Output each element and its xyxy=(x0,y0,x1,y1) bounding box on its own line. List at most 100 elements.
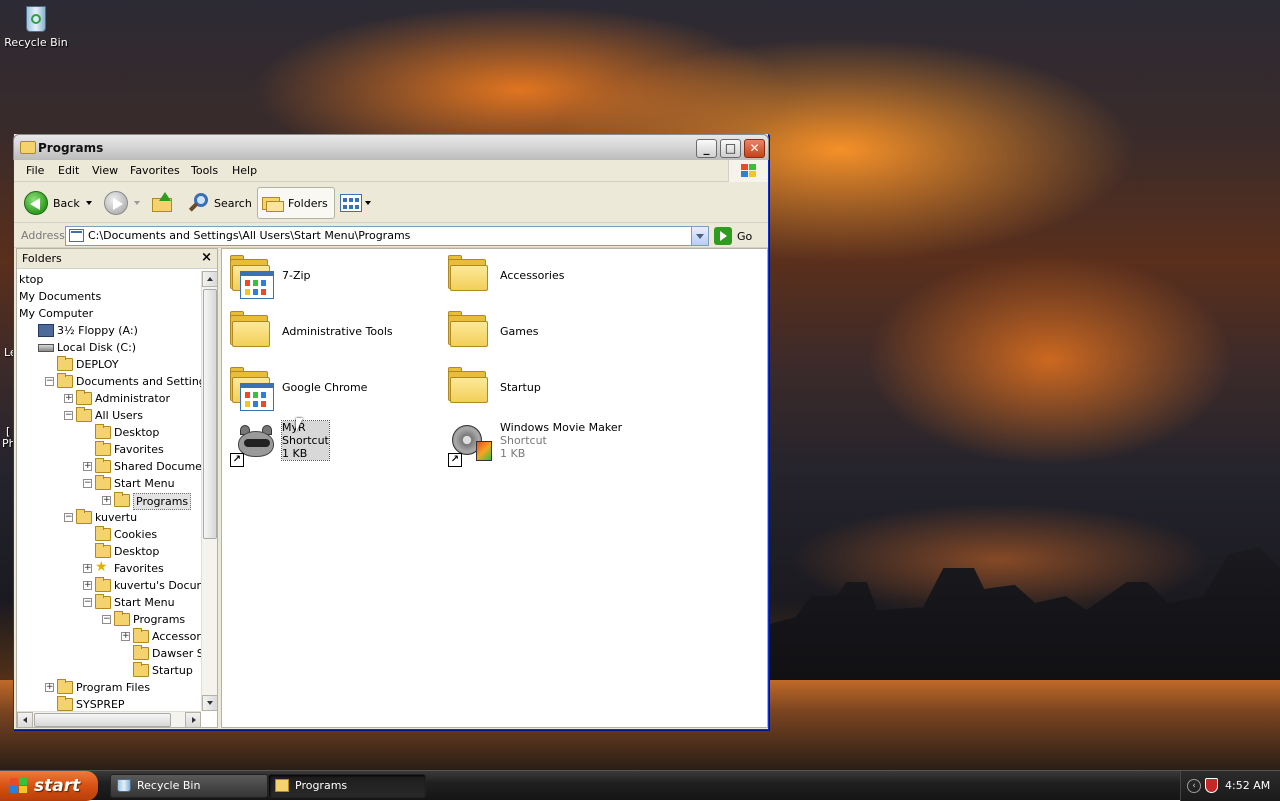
tree-vertical-scrollbar[interactable] xyxy=(201,271,218,711)
show-hidden-icons-button[interactable]: ‹ xyxy=(1187,779,1201,793)
tree-item[interactable]: + Programs xyxy=(17,492,201,510)
tree-item[interactable]: + ★ Favorites xyxy=(17,560,201,577)
tree-item[interactable]: − kuvertu xyxy=(17,509,201,526)
file-item-startup[interactable]: Startup xyxy=(444,363,644,413)
expand-icon[interactable]: + xyxy=(64,394,73,403)
tree-item[interactable]: − All Users xyxy=(17,407,201,424)
file-item-myr-shortcut[interactable]: ↗ MyR Shortcut 1 KB xyxy=(226,419,426,469)
collapse-icon[interactable]: − xyxy=(45,377,54,386)
expand-icon[interactable]: + xyxy=(83,564,92,573)
folder-icon xyxy=(76,407,92,422)
file-item-administrative-tools[interactable]: Administrative Tools xyxy=(226,307,426,357)
folders-label: Folders xyxy=(288,196,328,210)
tree-item[interactable]: Desktop xyxy=(17,424,201,441)
tree-item-label: DEPLOY xyxy=(76,358,119,371)
minimize-button[interactable]: _ xyxy=(696,139,717,158)
address-dropdown-button[interactable] xyxy=(691,227,708,245)
tree-item[interactable]: Desktop xyxy=(17,543,201,560)
file-item-games[interactable]: Games xyxy=(444,307,644,357)
tree-item[interactable]: + Shared Documents xyxy=(17,458,201,475)
tree-item[interactable]: Cookies xyxy=(17,526,201,543)
tree-item[interactable]: − Start Menu xyxy=(17,594,201,611)
menu-favorites[interactable]: Favorites xyxy=(130,164,180,177)
tree-item[interactable]: + Administrator xyxy=(17,390,201,407)
collapse-icon[interactable]: − xyxy=(83,479,92,488)
folders-button[interactable]: Folders xyxy=(257,187,335,219)
tree-item-label: Shared Documents xyxy=(114,460,201,473)
security-shield-icon[interactable] xyxy=(1205,778,1218,793)
tree-item[interactable]: Startup xyxy=(17,662,201,679)
collapse-icon[interactable]: − xyxy=(83,598,92,607)
folder-icon xyxy=(275,779,289,792)
tree-item[interactable]: + Program Files xyxy=(17,679,201,696)
tree-item[interactable]: SYSPREP xyxy=(17,696,201,711)
file-item-7zip[interactable]: 7-Zip xyxy=(226,251,426,301)
tree-item[interactable]: + Accessories xyxy=(17,628,201,645)
file-item-windows-movie-maker[interactable]: ↗ Windows Movie Maker Shortcut 1 KB xyxy=(444,419,644,469)
menu-help[interactable]: Help xyxy=(232,164,257,177)
menu-view[interactable]: View xyxy=(92,164,118,177)
clock[interactable]: 4:52 AM xyxy=(1225,779,1270,792)
folder-icon xyxy=(133,662,149,677)
tree-item[interactable]: − Documents and Settings xyxy=(17,373,201,390)
expand-icon[interactable]: + xyxy=(121,632,130,641)
expand-icon[interactable]: + xyxy=(83,581,92,590)
search-icon xyxy=(188,192,210,214)
tree-item-label: 3½ Floppy (A:) xyxy=(57,324,138,337)
file-size: 1 KB xyxy=(500,447,526,460)
views-button[interactable] xyxy=(340,187,371,219)
windows-logo-icon xyxy=(728,160,768,182)
chevron-down-icon xyxy=(134,201,140,205)
back-label: Back xyxy=(53,196,80,210)
scroll-down-button[interactable] xyxy=(202,695,218,711)
close-icon[interactable]: × xyxy=(201,250,212,265)
menu-edit[interactable]: Edit xyxy=(58,164,79,177)
taskbar-item-recycle-bin[interactable]: Recycle Bin xyxy=(110,774,268,798)
tree-item[interactable]: 3½ Floppy (A:) xyxy=(17,322,201,339)
file-item-accessories[interactable]: Accessories xyxy=(444,251,644,301)
scroll-up-button[interactable] xyxy=(202,271,218,287)
tree-item[interactable]: Local Disk (C:) xyxy=(17,339,201,356)
collapse-icon[interactable]: − xyxy=(64,513,73,522)
expand-icon[interactable]: + xyxy=(102,496,111,505)
start-label: start xyxy=(34,776,81,796)
tree-item[interactable]: + kuvertu's Documents xyxy=(17,577,201,594)
close-button[interactable]: ✕ xyxy=(744,139,765,158)
search-button[interactable]: Search xyxy=(188,187,252,219)
taskbar-item-programs[interactable]: Programs xyxy=(268,774,426,798)
tree-item[interactable]: DEPLOY xyxy=(17,356,201,373)
tree-item[interactable]: − Programs xyxy=(17,611,201,628)
tree-item[interactable]: ktop xyxy=(17,271,201,288)
recycle-bin-icon xyxy=(21,2,51,34)
tree-item[interactable]: My Documents xyxy=(17,288,201,305)
tree-item[interactable]: − Start Menu xyxy=(17,475,201,492)
collapse-icon[interactable]: − xyxy=(64,411,73,420)
tree-item-label: Programs xyxy=(133,493,192,510)
scroll-left-button[interactable] xyxy=(17,712,33,728)
expand-icon[interactable]: + xyxy=(45,683,54,692)
collapse-icon[interactable]: − xyxy=(102,615,111,624)
folder-icon xyxy=(57,356,73,371)
address-input[interactable]: C:\Documents and Settings\All Users\Star… xyxy=(65,226,709,246)
scroll-thumb[interactable] xyxy=(34,713,171,727)
go-button[interactable]: Go xyxy=(714,227,752,245)
file-name: Startup xyxy=(500,381,541,394)
tree-item[interactable]: Favorites xyxy=(17,441,201,458)
back-button[interactable]: Back xyxy=(24,187,92,219)
start-button[interactable]: start xyxy=(0,771,98,801)
desktop-icon-recycle-bin[interactable]: Recycle Bin xyxy=(4,2,68,49)
scroll-thumb[interactable] xyxy=(203,289,217,539)
up-folder-button[interactable] xyxy=(152,187,174,219)
tree-item-label: Start Menu xyxy=(114,477,175,490)
file-item-google-chrome[interactable]: Google Chrome xyxy=(226,363,426,413)
forward-button[interactable] xyxy=(104,187,140,219)
tree-horizontal-scrollbar[interactable] xyxy=(17,711,201,728)
tree-item[interactable]: My Computer xyxy=(17,305,201,322)
tree-item[interactable]: Dawser Solutio xyxy=(17,645,201,662)
menu-tools[interactable]: Tools xyxy=(191,164,218,177)
menu-file[interactable]: File xyxy=(26,164,44,177)
maximize-button[interactable]: □ xyxy=(720,139,741,158)
expand-icon[interactable]: + xyxy=(83,462,92,471)
scroll-right-button[interactable] xyxy=(185,712,201,728)
title-bar[interactable]: Programs _ □ ✕ xyxy=(13,134,769,160)
